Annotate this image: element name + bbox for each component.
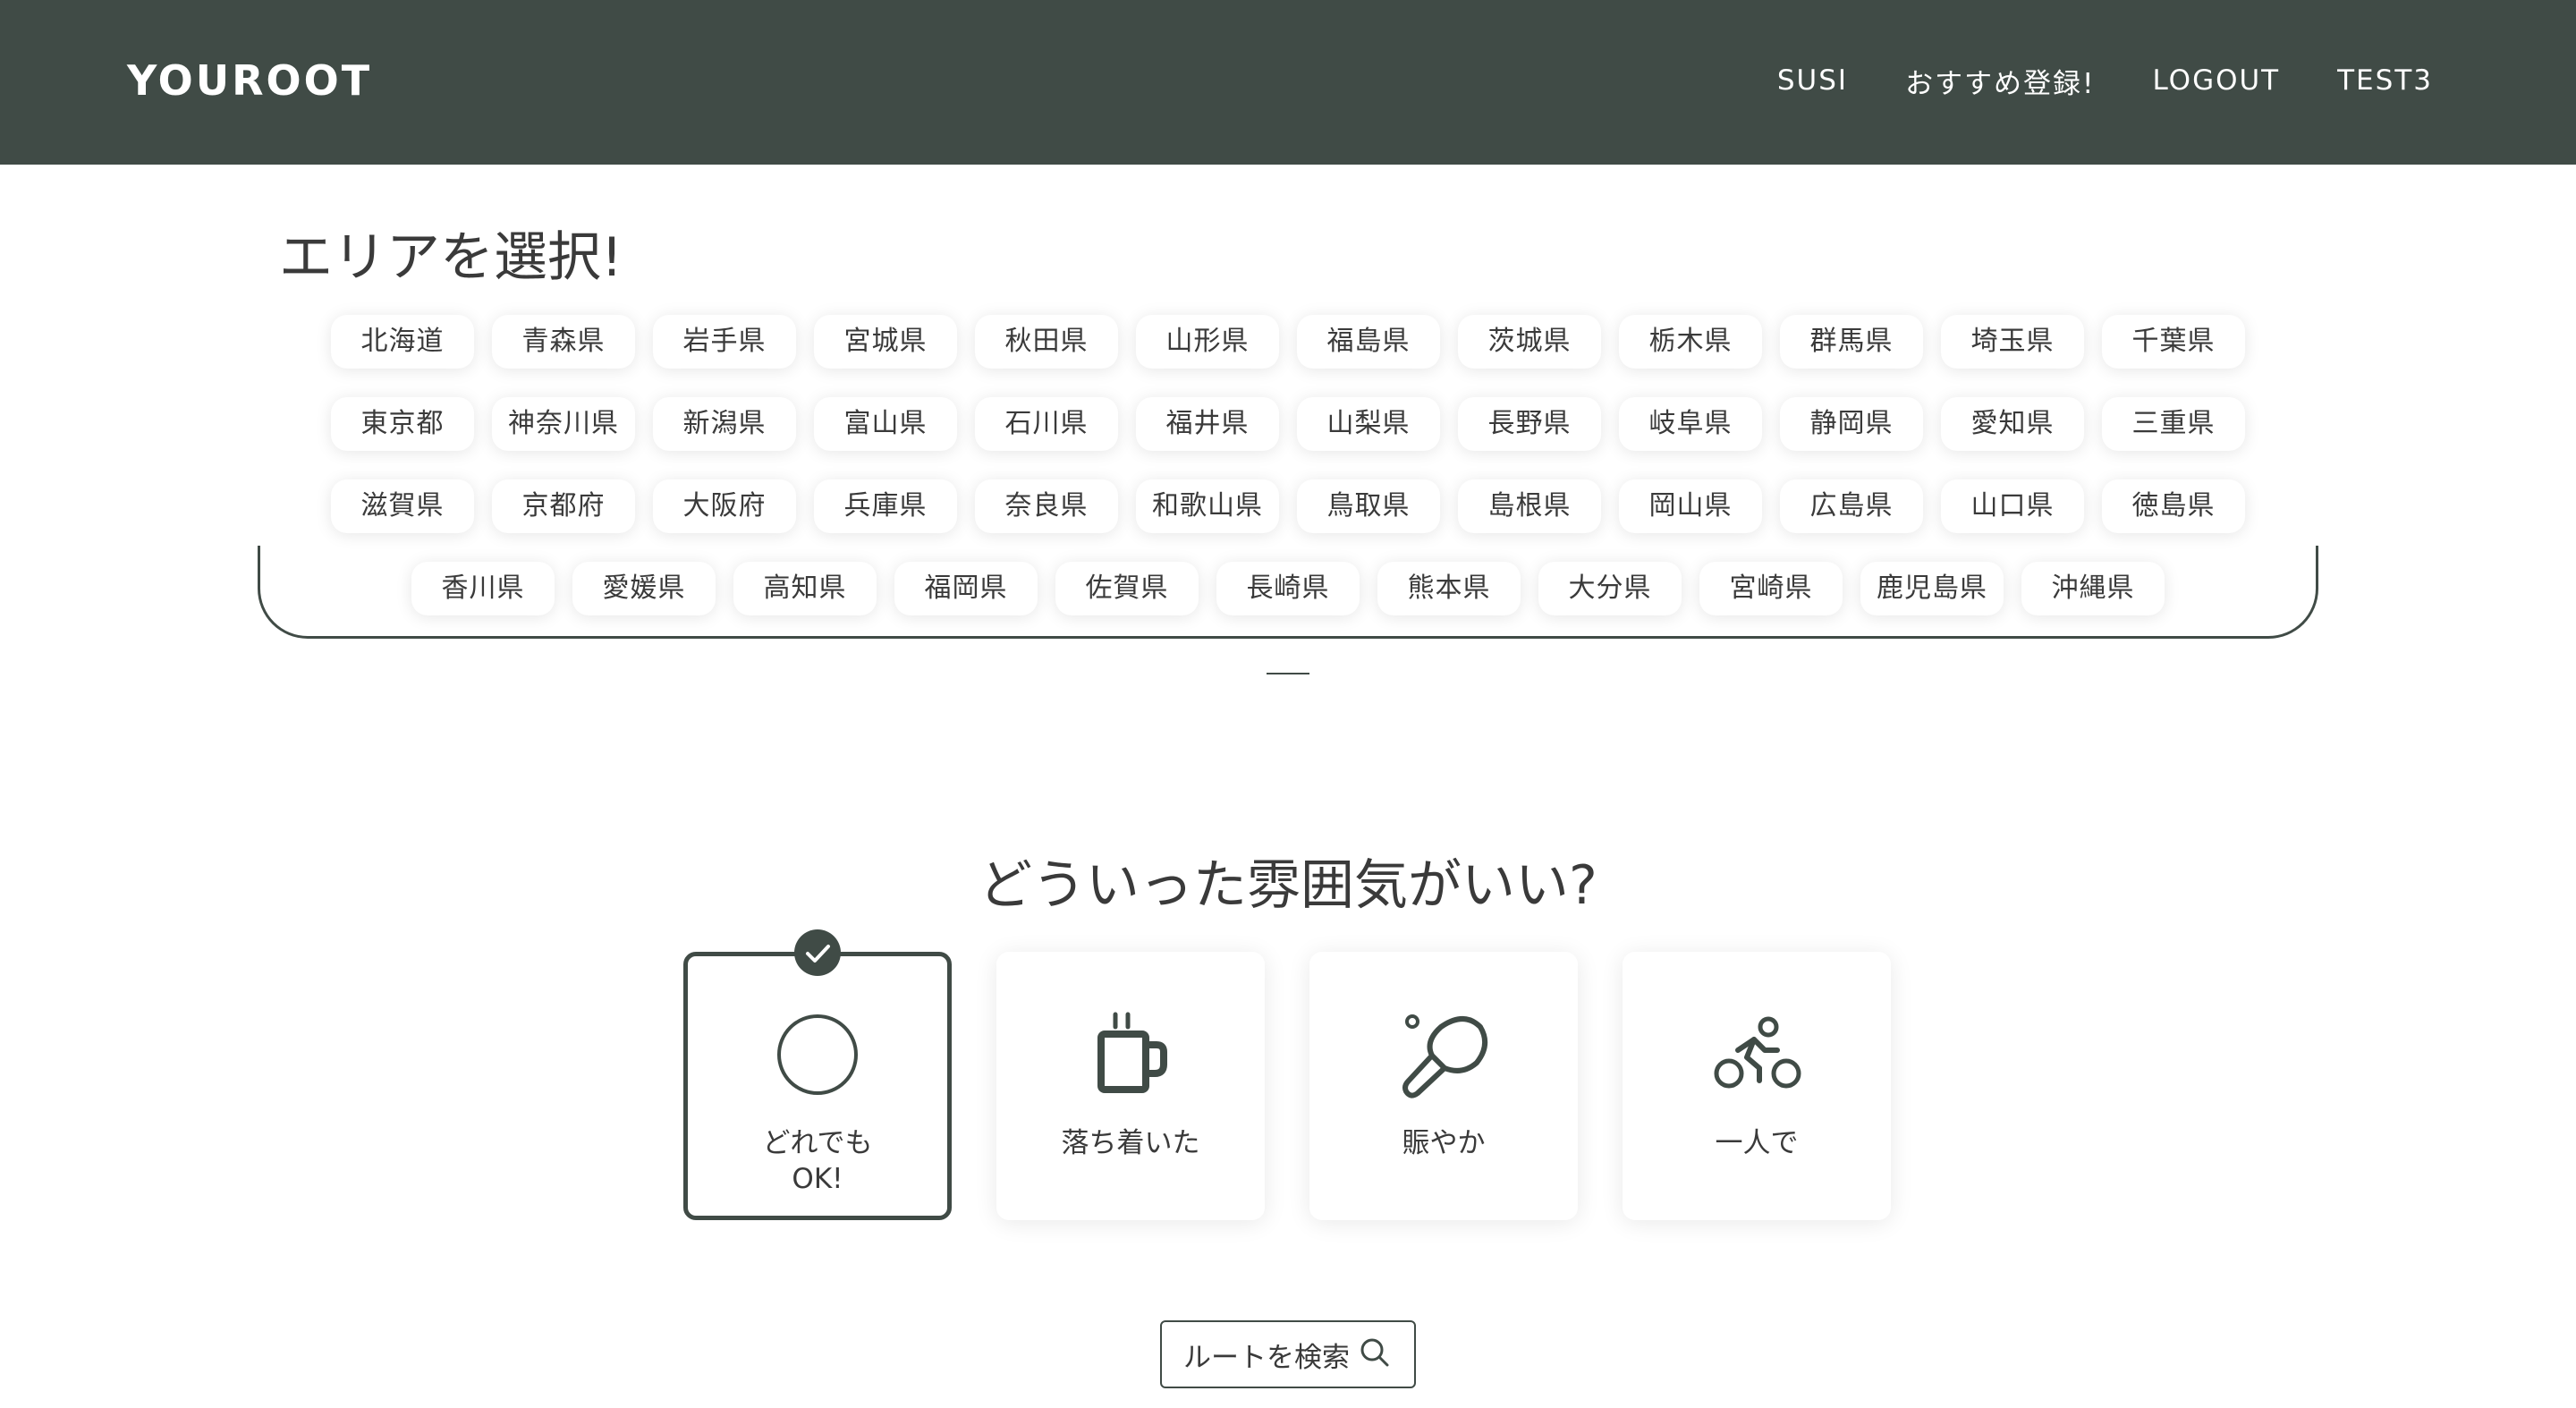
prefecture-chip[interactable]: 宮城県 [814, 315, 957, 369]
prefecture-chip[interactable]: 岐阜県 [1619, 397, 1762, 451]
prefecture-row: 香川県 愛媛県 高知県 福岡県 佐賀県 長崎県 熊本県 大分県 宮崎県 鹿児島県… [0, 562, 2576, 615]
ping-pong-icon [1394, 1005, 1493, 1104]
prefecture-chip[interactable]: 宮崎県 [1699, 562, 1843, 615]
prefecture-chip[interactable]: 奈良県 [975, 479, 1118, 533]
prefecture-chip[interactable]: 大分県 [1538, 562, 1682, 615]
prefecture-chip[interactable]: 愛知県 [1941, 397, 2084, 451]
prefecture-chip[interactable]: 静岡県 [1780, 397, 1923, 451]
prefecture-chip[interactable]: 埼玉県 [1941, 315, 2084, 369]
prefecture-chip[interactable]: 山口県 [1941, 479, 2084, 533]
prefecture-chip[interactable]: 広島県 [1780, 479, 1923, 533]
prefecture-chip[interactable]: 滋賀県 [331, 479, 474, 533]
prefecture-chip[interactable]: 福島県 [1297, 315, 1440, 369]
prefecture-chip[interactable]: 岩手県 [653, 315, 796, 369]
mood-option-label: 落ち着いた [1061, 1127, 1200, 1159]
prefecture-row: 東京都 神奈川県 新潟県 富山県 石川県 福井県 山梨県 長野県 岐阜県 静岡県… [0, 397, 2576, 451]
collapse-handle[interactable] [1267, 673, 1309, 674]
prefecture-chip[interactable]: 佐賀県 [1055, 562, 1199, 615]
prefecture-chip[interactable]: 熊本県 [1377, 562, 1521, 615]
prefecture-chip[interactable]: 石川県 [975, 397, 1118, 451]
prefecture-chip[interactable]: 徳島県 [2102, 479, 2245, 533]
cyclist-icon [1707, 1005, 1806, 1104]
prefecture-chip[interactable]: 愛媛県 [572, 562, 716, 615]
mood-option-label: 一人で [1715, 1127, 1799, 1159]
logo[interactable]: YOUROOT [127, 54, 372, 107]
header-nav: SUSI おすすめ登録! LOGOUT TEST3 [1777, 55, 2433, 106]
mood-option-alone[interactable]: 一人で [1623, 952, 1891, 1220]
prefecture-chip[interactable]: 高知県 [733, 562, 877, 615]
mood-option-label: どれでも OK! [762, 1127, 873, 1195]
prefecture-chip[interactable]: 福井県 [1136, 397, 1279, 451]
prefecture-chip[interactable]: 兵庫県 [814, 479, 957, 533]
mood-option-calm[interactable]: 落ち着いた [996, 952, 1265, 1220]
prefecture-chip[interactable]: 青森県 [492, 315, 635, 369]
prefecture-chip[interactable]: 新潟県 [653, 397, 796, 451]
mood-option-any[interactable]: どれでも OK! [683, 929, 952, 1220]
prefecture-chip[interactable]: 山梨県 [1297, 397, 1440, 451]
circle-icon [768, 1005, 867, 1104]
mood-title: どういった雰囲気がいい? [979, 854, 1597, 917]
prefecture-row: 滋賀県 京都府 大阪府 兵庫県 奈良県 和歌山県 鳥取県 島根県 岡山県 広島県… [0, 479, 2576, 533]
prefecture-chip[interactable]: 長野県 [1458, 397, 1601, 451]
search-route-button[interactable]: ルートを検索 [1160, 1320, 1416, 1388]
prefecture-chip[interactable]: 沖縄県 [2021, 562, 2165, 615]
coffee-mug-icon [1081, 1005, 1180, 1104]
nav-link-susi[interactable]: SUSI [1777, 64, 1848, 97]
prefecture-chip[interactable]: 島根県 [1458, 479, 1601, 533]
prefecture-chip[interactable]: 和歌山県 [1136, 479, 1279, 533]
prefecture-chip[interactable]: 大阪府 [653, 479, 796, 533]
prefecture-chip[interactable]: 山形県 [1136, 315, 1279, 369]
prefecture-chip[interactable]: 鹿児島県 [1860, 562, 2004, 615]
prefecture-chip[interactable]: 福岡県 [894, 562, 1038, 615]
prefecture-chip[interactable]: 群馬県 [1780, 315, 1923, 369]
prefecture-chip[interactable]: 北海道 [331, 315, 474, 369]
prefecture-chip[interactable]: 富山県 [814, 397, 957, 451]
nav-link-logout[interactable]: LOGOUT [2153, 64, 2281, 97]
prefecture-row: 北海道 青森県 岩手県 宮城県 秋田県 山形県 福島県 茨城県 栃木県 群馬県 … [0, 315, 2576, 369]
mood-option-lively[interactable]: 賑やか [1309, 952, 1578, 1220]
prefecture-chip[interactable]: 千葉県 [2102, 315, 2245, 369]
prefecture-chip[interactable]: 東京都 [331, 397, 474, 451]
nav-link-user[interactable]: TEST3 [2337, 64, 2433, 97]
mood-option-label: 賑やか [1402, 1127, 1486, 1159]
prefecture-chip[interactable]: 三重県 [2102, 397, 2245, 451]
prefecture-chip[interactable]: 香川県 [411, 562, 555, 615]
prefecture-chip[interactable]: 岡山県 [1619, 479, 1762, 533]
header-bar: YOUROOT SUSI おすすめ登録! LOGOUT TEST3 [0, 0, 2576, 165]
check-icon [794, 929, 841, 976]
prefecture-chip[interactable]: 京都府 [492, 479, 635, 533]
prefecture-chip[interactable]: 神奈川県 [492, 397, 635, 451]
mood-options: どれでも OK! 落ち着いた 賑やか 一人で [683, 929, 1891, 1220]
search-icon [1357, 1335, 1393, 1374]
prefecture-chip[interactable]: 茨城県 [1458, 315, 1601, 369]
prefecture-chip[interactable]: 長崎県 [1216, 562, 1360, 615]
prefecture-chip[interactable]: 鳥取県 [1297, 479, 1440, 533]
search-route-label: ルートを検索 [1183, 1341, 1350, 1374]
nav-link-recommend-register[interactable]: おすすめ登録! [1905, 61, 2095, 101]
prefecture-chip[interactable]: 秋田県 [975, 315, 1118, 369]
prefecture-chip[interactable]: 栃木県 [1619, 315, 1762, 369]
area-title: エリアを選択! [279, 226, 623, 289]
